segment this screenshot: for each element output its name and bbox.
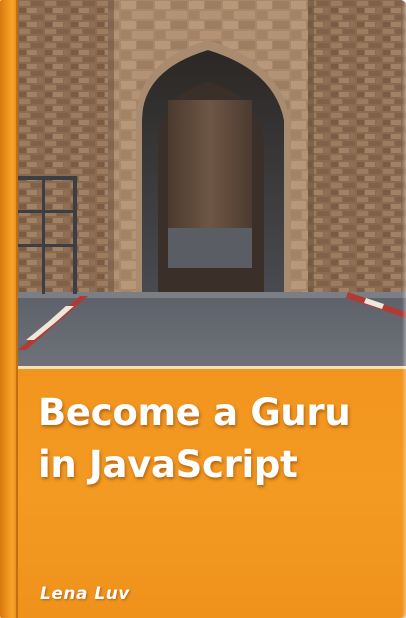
cover-edge bbox=[402, 0, 406, 618]
cover-divider bbox=[18, 366, 406, 369]
book-title-line-1: Become a Guru bbox=[38, 391, 351, 434]
book-cover: Become a Guru in JavaScript Lena Luv bbox=[0, 0, 406, 618]
book-spine bbox=[0, 0, 18, 618]
book-title-line-2: in JavaScript bbox=[38, 443, 298, 486]
book-title: Become a Guru in JavaScript bbox=[38, 387, 398, 491]
cover-photo bbox=[18, 0, 406, 368]
cover-title-panel: Become a Guru in JavaScript Lena Luv bbox=[18, 369, 406, 618]
book-author: Lena Luv bbox=[40, 584, 130, 604]
